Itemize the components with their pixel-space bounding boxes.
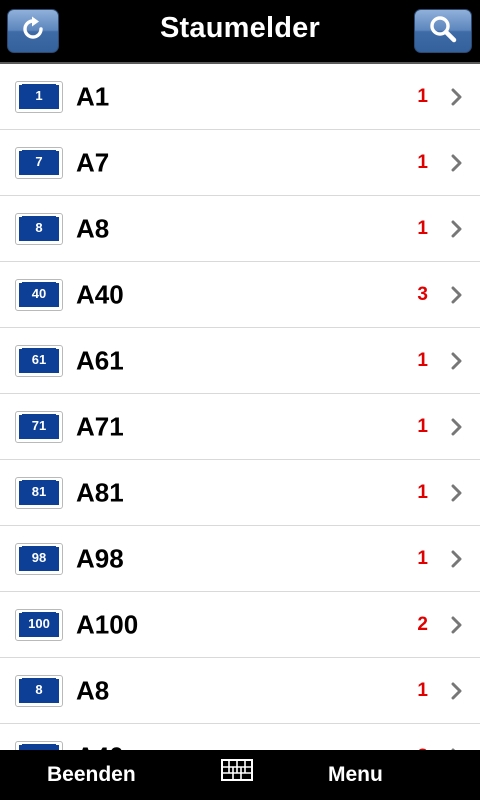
autobahn-shield-icon: 7 [15, 146, 63, 179]
header-bar: Staumelder [0, 0, 480, 64]
incident-count: 1 [417, 415, 428, 437]
road-row[interactable]: 1 A1 1 [0, 64, 480, 130]
chevron-right-icon [451, 682, 462, 699]
road-label: A1 [76, 81, 110, 111]
autobahn-shield-icon: 8 [15, 674, 63, 707]
road-row[interactable]: 40 A40 3 [0, 262, 480, 328]
incident-count: 1 [417, 151, 428, 173]
chevron-right-icon [451, 616, 462, 633]
incident-count: 1 [417, 481, 428, 503]
incident-count: 1 [417, 547, 428, 569]
app-screen: Staumelder 1 A1 1 7 A7 1 8 A8 1 40 A40 3… [0, 0, 480, 800]
autobahn-shield-icon: 40 [15, 278, 63, 311]
chevron-right-icon [451, 88, 462, 105]
incident-count: 1 [417, 217, 428, 239]
road-label: A81 [76, 477, 124, 507]
page-title: Staumelder [160, 12, 320, 44]
chevron-right-icon [451, 484, 462, 501]
road-row[interactable]: 8 A8 1 [0, 658, 480, 724]
road-row[interactable]: 71 A71 1 [0, 394, 480, 460]
road-label: A71 [76, 411, 124, 441]
autobahn-shield-icon: 81 [15, 476, 63, 509]
incident-count: 1 [417, 349, 428, 371]
autobahn-shield-icon: 71 [15, 410, 63, 443]
road-label: A100 [76, 609, 139, 639]
autobahn-shield-icon: 1 [15, 80, 63, 113]
autobahn-shield-icon: 100 [15, 608, 63, 641]
quit-button[interactable]: Beenden [47, 763, 136, 787]
road-label: A7 [76, 147, 110, 177]
incident-count: 1 [417, 679, 428, 701]
menu-button[interactable]: Menu [328, 763, 383, 787]
road-label: A98 [76, 543, 124, 573]
road-label: A61 [76, 345, 124, 375]
road-list: 1 A1 1 7 A7 1 8 A8 1 40 A40 3 61 A61 1 7… [0, 64, 480, 750]
chevron-right-icon [451, 550, 462, 567]
road-label: A8 [76, 213, 110, 243]
chevron-right-icon [451, 154, 462, 171]
chevron-right-icon [451, 286, 462, 303]
chevron-right-icon [451, 352, 462, 369]
chevron-right-icon [451, 418, 462, 435]
road-row[interactable]: 81 A81 1 [0, 460, 480, 526]
road-row[interactable]: 100 A100 2 [0, 592, 480, 658]
road-label: A40 [76, 279, 124, 309]
keyboard-icon[interactable] [221, 759, 253, 781]
incident-count: 3 [417, 283, 428, 305]
incident-count: 1 [417, 85, 428, 107]
road-row[interactable]: 7 A7 1 [0, 130, 480, 196]
road-label: A40 [76, 741, 124, 750]
search-button[interactable] [414, 9, 472, 53]
autobahn-shield-icon: 98 [15, 542, 63, 575]
chevron-right-icon [451, 220, 462, 237]
autobahn-shield-icon: 40 [15, 740, 63, 750]
autobahn-shield-icon: 8 [15, 212, 63, 245]
road-label: A8 [76, 675, 110, 705]
bottom-toolbar: Beenden Menu [0, 750, 480, 800]
road-row[interactable]: 98 A98 1 [0, 526, 480, 592]
road-row[interactable]: 61 A61 1 [0, 328, 480, 394]
search-icon [428, 14, 458, 49]
road-row[interactable]: 8 A8 1 [0, 196, 480, 262]
road-row[interactable]: 40 A40 3 [0, 724, 480, 750]
incident-count: 2 [417, 613, 428, 635]
autobahn-shield-icon: 61 [15, 344, 63, 377]
